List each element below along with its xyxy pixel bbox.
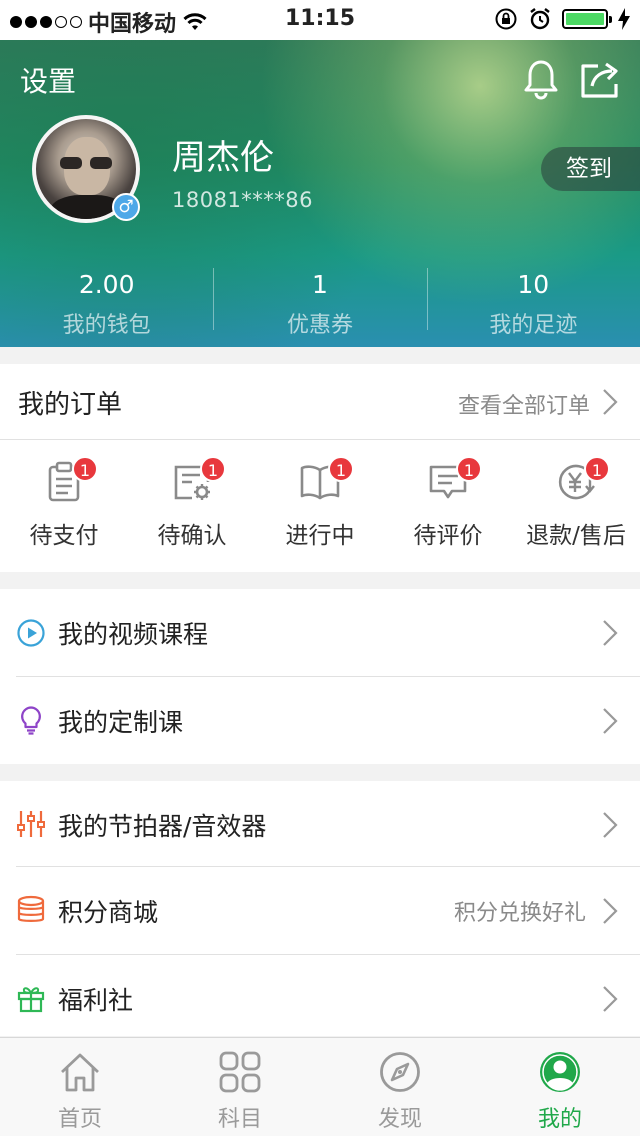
chevron-right-icon: [603, 620, 618, 646]
menu-metronome[interactable]: 我的节拍器/音效器: [0, 781, 640, 868]
stat-value: 10: [517, 270, 550, 299]
tab-home[interactable]: 首页: [0, 1038, 160, 1136]
menu-custom-courses[interactable]: 我的定制课: [0, 677, 640, 764]
stat-coupons[interactable]: 1 优惠券: [213, 260, 426, 340]
order-in-progress[interactable]: 1 进行中: [256, 440, 384, 572]
order-label: 待评价: [413, 523, 483, 549]
stat-label: 我的足迹: [489, 313, 578, 338]
courses-section: 我的视频课程 我的定制课: [0, 589, 640, 764]
tab-label: 我的: [537, 1107, 582, 1132]
order-status-row: 1 待支付 1 待确认 1 进行中 1 待评价 1 退款/售后: [0, 440, 640, 572]
battery-icon: [562, 9, 612, 29]
menu-welfare[interactable]: 福利社: [0, 955, 640, 1042]
badge-count: 1: [584, 456, 610, 482]
stat-label: 优惠券: [286, 313, 353, 338]
stats-row: 2.00 我的钱包 1 优惠券 10 我的足迹: [0, 260, 640, 340]
menu-label: 积分商城: [58, 897, 159, 927]
order-label: 退款/售后: [526, 523, 626, 549]
tab-subjects[interactable]: 科目: [160, 1038, 320, 1136]
badge-count: 1: [72, 456, 98, 482]
stat-wallet[interactable]: 2.00 我的钱包: [0, 260, 213, 340]
tab-mine[interactable]: 我的: [480, 1038, 640, 1136]
badge-count: 1: [456, 456, 482, 482]
stat-value: 1: [312, 270, 328, 299]
chevron-right-icon: [603, 898, 618, 924]
stat-footprints[interactable]: 10 我的足迹: [426, 260, 640, 340]
tab-label: 科目: [217, 1107, 262, 1132]
profile-icon: [540, 1052, 580, 1092]
order-pending-review[interactable]: 1 待评价: [384, 440, 512, 572]
equalizer-icon: [17, 811, 45, 837]
order-label: 待支付: [29, 523, 99, 549]
home-icon: [61, 1053, 99, 1092]
coin-stack-icon: [17, 895, 45, 922]
tab-label: 首页: [57, 1107, 102, 1132]
settings-link[interactable]: 设置: [20, 60, 76, 100]
grid-icon: [219, 1051, 261, 1093]
order-pending-confirm[interactable]: 1 待确认: [128, 440, 256, 572]
profile-header: 设置 ♂ 周杰伦 18081****86 签到 2.00 我的钱包 1 优惠券 …: [0, 40, 640, 347]
username: 周杰伦: [172, 138, 274, 178]
order-label: 进行中: [285, 523, 355, 549]
chevron-right-icon: [603, 389, 618, 415]
bell-icon[interactable]: [520, 58, 562, 100]
tab-bar: 首页 科目 发现 我的: [0, 1037, 640, 1136]
badge-count: 1: [200, 456, 226, 482]
menu-video-courses[interactable]: 我的视频课程: [0, 589, 640, 676]
stat-value: 2.00: [78, 270, 135, 299]
alarm-icon: [530, 8, 550, 30]
order-refund[interactable]: 1 退款/售后: [512, 440, 640, 572]
charging-bolt-icon: [618, 8, 630, 30]
menu-label: 我的定制课: [58, 707, 184, 737]
order-pending-payment[interactable]: 1 待支付: [0, 440, 128, 572]
status-bar: 中国移动 11:15: [0, 0, 640, 40]
tab-discover[interactable]: 发现: [320, 1038, 480, 1136]
male-gender-icon: ♂: [112, 193, 140, 221]
phone-number: 18081****86: [172, 188, 314, 212]
tab-label: 发现: [377, 1107, 422, 1132]
rotation-lock-icon: [495, 8, 517, 30]
menu-extra: 积分兑换好礼: [453, 900, 586, 926]
chevron-right-icon: [603, 986, 618, 1012]
share-icon[interactable]: [578, 58, 622, 100]
badge-count: 1: [328, 456, 354, 482]
order-label: 待确认: [157, 523, 227, 549]
checkin-button[interactable]: 签到: [541, 147, 640, 191]
play-circle-icon: [17, 619, 45, 647]
menu-label: 我的视频课程: [58, 619, 209, 649]
chevron-right-icon: [603, 812, 618, 838]
tools-section: 我的节拍器/音效器 积分商城 积分兑换好礼 福利社: [0, 781, 640, 1036]
menu-label: 我的节拍器/音效器: [58, 811, 267, 841]
menu-points-mall[interactable]: 积分商城 积分兑换好礼: [0, 867, 640, 954]
menu-label: 福利社: [58, 985, 134, 1015]
view-all-orders-link[interactable]: 查看全部订单: [458, 388, 590, 420]
orders-header[interactable]: 我的订单 查看全部订单: [0, 364, 640, 439]
compass-icon: [380, 1052, 420, 1092]
gift-icon: [17, 987, 45, 1013]
lightbulb-icon: [21, 706, 41, 735]
chevron-right-icon: [603, 708, 618, 734]
stat-label: 我的钱包: [62, 313, 151, 338]
orders-title: 我的订单: [18, 390, 123, 420]
